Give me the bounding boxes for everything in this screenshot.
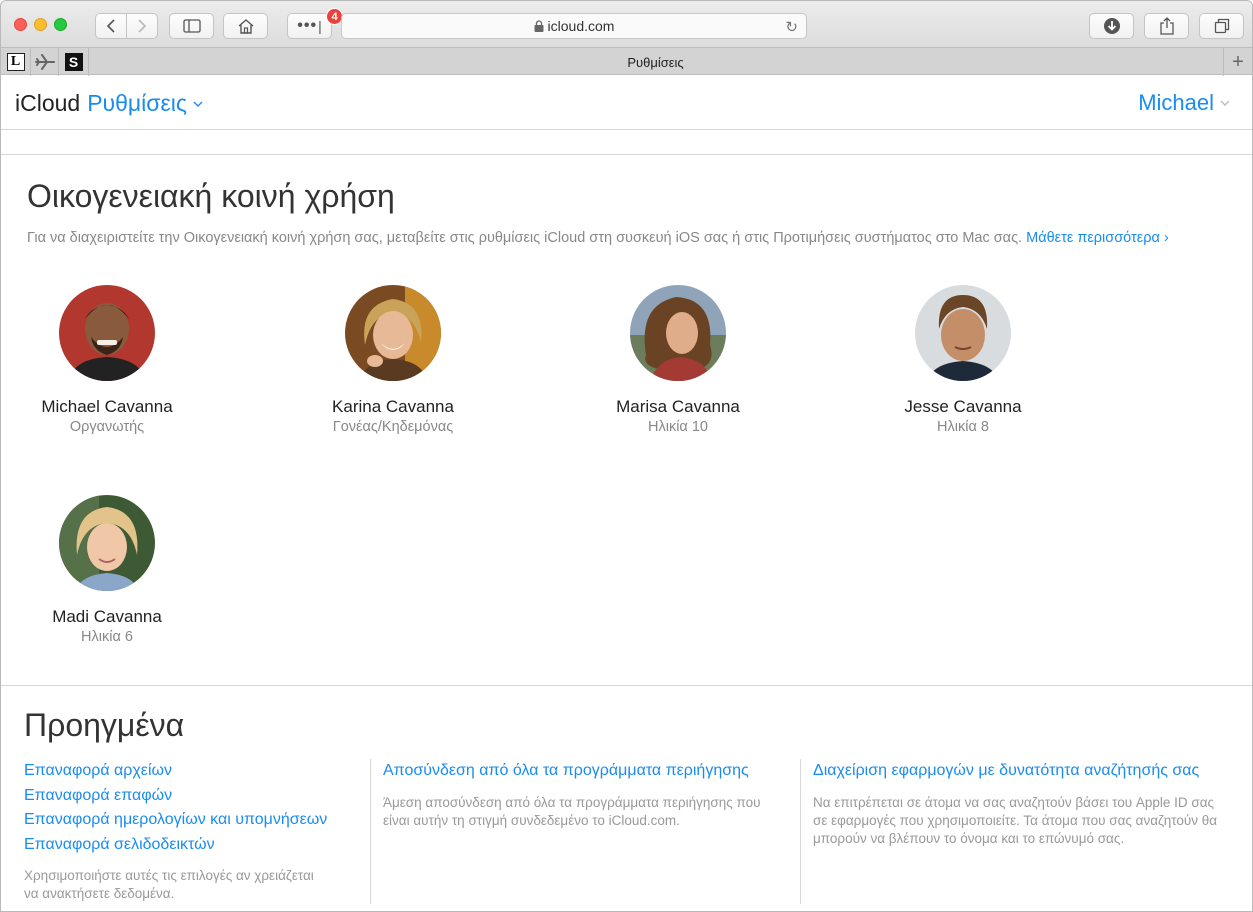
column-divider [370,759,371,904]
browser-toolbar: ••• | 4 icloud.com ↻ [1,1,1252,47]
restore-files-link[interactable]: Επαναφορά αρχείων [24,759,364,784]
restore-contacts-link[interactable]: Επαναφορά επαφών [24,784,364,809]
member-role: Ηλικία 6 [81,629,133,645]
close-window-button[interactable] [14,18,27,31]
download-icon [1103,18,1120,34]
brand-name: iCloud [15,90,81,116]
home-button[interactable] [223,13,268,39]
icloud-header: iCloud Ρυθμίσεις Michael [1,76,1252,130]
app-name: Ρυθμίσεις [87,90,187,116]
app-switcher[interactable]: iCloud Ρυθμίσεις [15,90,203,117]
restore-note: Χρησιμοποιήστε αυτές τις επιλογές αν χρε… [24,868,314,901]
browser-window: ••• | 4 icloud.com ↻ L S Ρυθμίσεις + iCl… [0,0,1253,912]
member-role: Οργανωτής [69,419,145,435]
section-divider [1,154,1252,155]
learn-more-link[interactable]: Μάθετε περισσότερα › [1026,230,1169,246]
tab-title-text: Ρυθμίσεις [627,54,684,70]
member-name: Karina Cavanna [332,397,454,416]
pinned-tab-s[interactable]: S [59,48,89,76]
pinned-tab-plane[interactable] [31,48,59,76]
column-divider [800,759,801,904]
new-tab-button[interactable]: + [1223,48,1252,76]
back-button[interactable] [96,14,127,38]
advanced-title: Προηγμένα [24,707,185,743]
family-member[interactable]: Michael Cavanna Οργανωτής [17,285,197,435]
chevron-down-icon [193,101,203,107]
extensions-button[interactable]: ••• | 4 [287,8,343,39]
member-role: Γονέας/Κηδεμόνας [332,419,454,435]
forward-button[interactable] [127,14,157,38]
chevron-down-icon [1220,100,1230,106]
tabs-overview-button[interactable] [1199,13,1244,39]
member-name: Marisa Cavanna [616,397,740,416]
signout-note: Άμεση αποσύνδεση από όλα τα προγράμματα … [383,794,761,828]
family-member[interactable]: Jesse Cavanna Ηλικία 8 [873,285,1053,435]
restore-calendars-link[interactable]: Επαναφορά ημερολογίων και υπομνήσεων [24,808,364,833]
address-bar[interactable]: icloud.com ↻ [341,13,807,39]
url-text: icloud.com [547,18,615,34]
user-name: Michael [1138,90,1214,115]
member-role: Ηλικία 10 [648,419,708,435]
family-sharing-description: Για να διαχειριστείτε την Οικογενειακή κ… [27,226,1187,250]
chevron-left-icon [106,19,115,33]
member-name: Michael Cavanna [41,397,173,416]
avatar [915,285,1011,381]
share-button[interactable] [1144,13,1189,39]
section-divider [1,685,1252,686]
signout-column: Αποσύνδεση από όλα τα προγράμματα περιήγ… [383,759,788,830]
manage-apps-column: Διαχείριση εφαρμογών με δυνατότητα αναζή… [813,759,1227,848]
sidebar-button[interactable] [169,13,214,39]
member-role: Ηλικία 8 [937,419,989,435]
history-navigation [95,13,158,39]
pinned-tab-l[interactable]: L [1,48,31,76]
reload-icon[interactable]: ↻ [785,18,798,36]
manage-apps-link[interactable]: Διαχείριση εφαρμογών με δυνατότητα αναζή… [813,759,1227,784]
member-name: Jesse Cavanna [904,397,1022,416]
avatar [59,285,155,381]
restore-bookmarks-link[interactable]: Επαναφορά σελιδοδεικτών [24,833,364,858]
downloads-button[interactable] [1089,13,1134,39]
active-tab[interactable]: Ρυθμίσεις [89,48,1222,76]
avatar [345,285,441,381]
tab-bar: L S Ρυθμίσεις + [1,47,1252,76]
family-sharing-title: Οικογενειακή κοινή χρήση [27,178,395,214]
home-icon [238,19,253,34]
family-member[interactable]: Karina Cavanna Γονέας/Κηδεμόνας [303,285,483,435]
family-member[interactable]: Marisa Cavanna Ηλικία 10 [588,285,768,435]
share-icon [1159,17,1174,35]
l-logo-icon: L [6,53,25,71]
avatar [59,495,155,591]
avatar [630,285,726,381]
more-icon: ••• [297,17,318,34]
tabs-icon [1214,18,1229,34]
separator-icon: | [318,18,322,34]
account-menu[interactable]: Michael [1138,90,1230,116]
s-logo-icon: S [64,53,83,71]
member-name: Madi Cavanna [52,607,162,626]
minimize-window-button[interactable] [34,18,47,31]
airplane-icon [34,54,55,70]
chevron-right-icon [138,19,147,33]
zoom-window-button[interactable] [54,18,67,31]
family-member[interactable]: Madi Cavanna Ηλικία 6 [17,495,197,645]
sidebar-icon [182,19,201,33]
restore-column: Επαναφορά αρχείων Επαναφορά επαφών Επανα… [24,759,364,903]
manage-apps-note: Να επιτρέπεται σε άτομα να σας αναζητούν… [813,794,1218,846]
lock-icon [534,20,544,32]
description-text: Για να διαχειριστείτε την Οικογενειακή κ… [27,230,1023,246]
sign-out-all-browsers-link[interactable]: Αποσύνδεση από όλα τα προγράμματα περιήγ… [383,759,788,784]
